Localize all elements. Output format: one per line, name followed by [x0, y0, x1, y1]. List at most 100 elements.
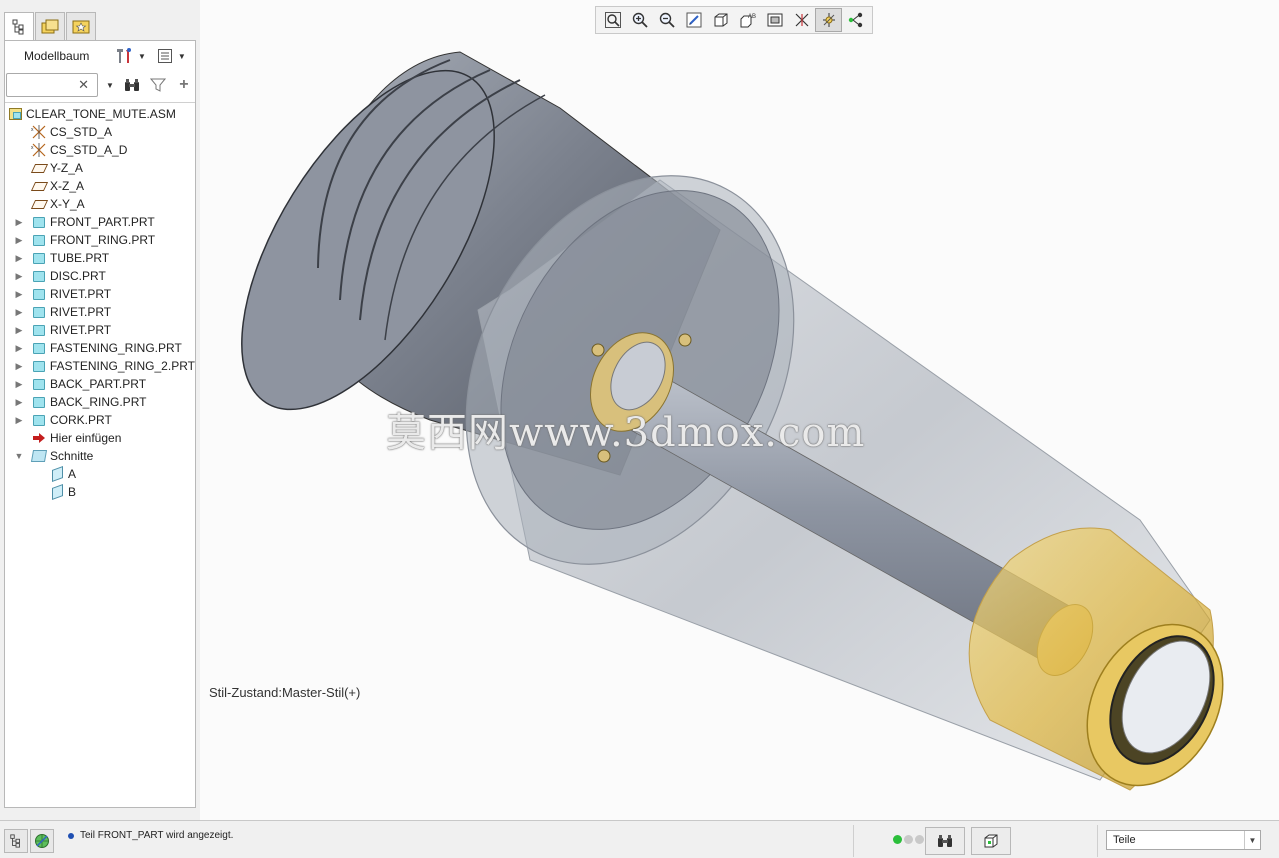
tree-item[interactable]: ▶ TUBE.PRT: [5, 249, 195, 267]
tree-item-label: Schnitte: [50, 449, 94, 463]
tree-item-label: CORK.PRT: [50, 413, 112, 427]
tree-item[interactable]: Hier einfügen: [5, 429, 195, 447]
tab-favorites[interactable]: [66, 12, 96, 40]
clear-search-icon[interactable]: ✕: [78, 77, 89, 93]
expand-arrow-icon[interactable]: ▶: [13, 393, 25, 411]
chevron-down-icon[interactable]: ▼: [1244, 831, 1260, 849]
model-tree-icon: [12, 19, 24, 35]
tree-item[interactable]: ▶ RIVET.PRT: [5, 285, 195, 303]
collapse-arrow-icon[interactable]: ▼: [13, 447, 25, 465]
expand-arrow-icon[interactable]: ▶: [13, 231, 25, 249]
part-icon: [31, 412, 47, 428]
tree-item-label: CLEAR_TONE_MUTE.ASM: [26, 107, 176, 121]
status-message: Teil FRONT_PART wird angezeigt.: [68, 830, 233, 841]
tree-item[interactable]: CLEAR_TONE_MUTE.ASM: [5, 105, 195, 123]
tab-model-tree[interactable]: [4, 12, 34, 41]
tree-item-label: B: [68, 485, 77, 499]
show-columns-icon[interactable]: [154, 45, 176, 67]
tree-item[interactable]: B: [5, 483, 195, 501]
status-light-gray-icon: [904, 835, 913, 844]
expand-arrow-icon[interactable]: ▶: [13, 213, 25, 231]
section-icon: [49, 465, 65, 483]
model-tree-icon: [10, 834, 20, 848]
svg-text:x: x: [31, 145, 34, 151]
tree-item[interactable]: x CS_STD_A_D: [5, 141, 195, 159]
datum-plane-icon: [30, 178, 48, 194]
back-ring-part[interactable]: [968, 527, 1249, 809]
tree-item[interactable]: ▶ FRONT_PART.PRT: [5, 213, 195, 231]
datum-plane-icon: [30, 160, 48, 176]
selection-filter-select[interactable]: Teile ▼: [1106, 830, 1261, 850]
graphics-window[interactable]: AB 莫西网www.3dmox.com Stil-Zustand:Master-…: [200, 0, 1279, 820]
tree-item-label: A: [68, 467, 77, 481]
tree-item-label: FRONT_PART.PRT: [50, 215, 155, 229]
tree-item-label: TUBE.PRT: [50, 251, 110, 265]
expand-arrow-icon[interactable]: ▶: [13, 357, 25, 375]
tree-item[interactable]: ▼ Schnitte: [5, 447, 195, 465]
find-binoculars-icon: [938, 835, 952, 847]
find-button[interactable]: [925, 827, 965, 855]
find-binoculars-icon[interactable]: [121, 77, 143, 93]
tree-item-label: BACK_PART.PRT: [50, 377, 147, 391]
part-icon: [31, 214, 47, 230]
tree-item[interactable]: ▶ DISC.PRT: [5, 267, 195, 285]
tree-item-label: FASTENING_RING.PRT: [50, 341, 182, 355]
expand-arrow-icon[interactable]: ▶: [13, 411, 25, 429]
part-icon: [31, 304, 47, 320]
status-message-text: Teil FRONT_PART wird angezeigt.: [80, 830, 234, 841]
filter-icon[interactable]: [147, 77, 169, 93]
search-dropdown-arrow[interactable]: ▼: [106, 81, 114, 90]
expand-arrow-icon[interactable]: ▶: [13, 285, 25, 303]
tab-folder-browser[interactable]: [35, 12, 65, 40]
tree-item[interactable]: X-Y_A: [5, 195, 195, 213]
tree-item[interactable]: ▶ RIVET.PRT: [5, 321, 195, 339]
tree-item[interactable]: ▶ FASTENING_RING.PRT: [5, 339, 195, 357]
tree-item-label: X-Z_A: [50, 179, 85, 193]
model-tree-header: Modellbaum ▼ ▼: [5, 41, 195, 71]
expand-arrow-icon[interactable]: ▶: [13, 249, 25, 267]
show-dropdown-arrow[interactable]: ▼: [178, 52, 186, 61]
part-icon: [31, 250, 47, 266]
coordinate-system-icon: x: [31, 124, 47, 140]
tree-item[interactable]: ▶ BACK_RING.PRT: [5, 393, 195, 411]
tree-item[interactable]: x CS_STD_A: [5, 123, 195, 141]
tree-item[interactable]: ▶ FASTENING_RING_2.PRT: [5, 357, 195, 375]
selection-filter-value: Teile: [1113, 834, 1136, 846]
tree-item-label: RIVET.PRT: [50, 305, 112, 319]
status-separator: [853, 825, 854, 857]
selection-box-button[interactable]: [971, 827, 1011, 855]
tree-item[interactable]: X-Z_A: [5, 177, 195, 195]
tree-item[interactable]: Y-Z_A: [5, 159, 195, 177]
expand-arrow-icon[interactable]: ▶: [13, 375, 25, 393]
expand-arrow-icon[interactable]: ▶: [13, 339, 25, 357]
tree-item-label: Hier einfügen: [50, 431, 122, 445]
add-column-icon[interactable]: +: [173, 76, 195, 94]
expand-arrow-icon[interactable]: ▶: [13, 267, 25, 285]
assembly-icon: [7, 106, 23, 122]
style-state-label: Stil-Zustand:Master-Stil(+): [209, 685, 361, 700]
toggle-browser-button[interactable]: [30, 829, 54, 853]
search-input[interactable]: [11, 75, 81, 95]
insert-here-arrow-icon: [31, 430, 47, 446]
status-bar: Teil FRONT_PART wird angezeigt. Teile ▼: [0, 820, 1279, 858]
toggle-navigator-button[interactable]: [4, 829, 28, 853]
tree-item[interactable]: ▶ FRONT_RING.PRT: [5, 231, 195, 249]
settings-dropdown-arrow[interactable]: ▼: [138, 52, 146, 61]
tree-item[interactable]: ▶ RIVET.PRT: [5, 303, 195, 321]
part-icon: [31, 268, 47, 284]
navigator-tabs: [4, 12, 97, 41]
tree-item-label: RIVET.PRT: [50, 287, 112, 301]
tree-item[interactable]: ▶ BACK_PART.PRT: [5, 375, 195, 393]
coordinate-system-icon: x: [31, 142, 47, 158]
expand-arrow-icon[interactable]: ▶: [13, 321, 25, 339]
tree-item-label: DISC.PRT: [50, 269, 106, 283]
expand-arrow-icon: [13, 429, 25, 447]
tree-item[interactable]: ▶ CORK.PRT: [5, 411, 195, 429]
expand-arrow-icon[interactable]: ▶: [13, 303, 25, 321]
part-icon: [31, 358, 47, 374]
tree-item[interactable]: A: [5, 465, 195, 483]
model-tree-search-row: ✕ ▼ +: [5, 71, 195, 99]
part-icon: [31, 376, 47, 392]
status-separator: [1097, 825, 1098, 857]
settings-tools-icon[interactable]: [112, 45, 136, 67]
